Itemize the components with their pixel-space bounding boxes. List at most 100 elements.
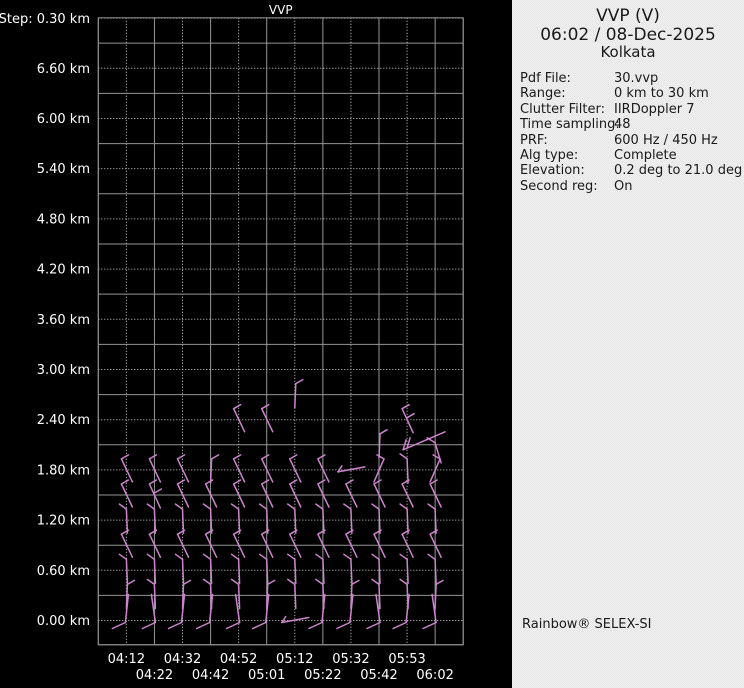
info-row-range: Range: 0 km to 30 km (520, 86, 744, 101)
wind-barb-segment (260, 454, 270, 460)
wind-barb (401, 529, 414, 558)
y-axis-label: 6.00 km (37, 112, 90, 127)
x-axis-label: 04:52 (220, 652, 257, 667)
wind-barb-segment (209, 558, 213, 585)
wind-barb-segment (232, 454, 242, 460)
wind-barb-segment (294, 382, 297, 409)
info-row-second-reg: Second reg: On (520, 179, 744, 194)
wind-barb-segment (230, 578, 240, 586)
wind-barb-segment (294, 583, 297, 610)
wind-barb-segment (343, 503, 352, 510)
wind-barb-segment (146, 553, 156, 561)
wind-barb (141, 593, 157, 630)
wind-barb-segment (401, 533, 414, 558)
y-axis-label: 0.00 km (37, 614, 90, 629)
wind-barb-segment (281, 616, 310, 624)
wind-barb (148, 479, 163, 509)
wind-barb-segment (260, 403, 270, 410)
wind-barb (366, 593, 381, 630)
wind-barb-segment (294, 558, 297, 585)
wind-barb-segment (399, 453, 408, 460)
wind-barb-segment (345, 479, 354, 485)
wind-barb-segment (195, 621, 211, 630)
wind-barb (401, 479, 414, 508)
y-axis-label: 1.80 km (37, 463, 90, 478)
wind-barb-segment (141, 621, 157, 630)
wind-barb-segment (317, 479, 326, 485)
wind-barb-segment (225, 621, 241, 630)
wind-barb-segment (237, 508, 241, 534)
wind-barb (399, 578, 409, 610)
wind-barb-segment (379, 429, 388, 435)
info-value: 30.vvp (614, 71, 659, 86)
x-axis-label: 05:32 (332, 652, 369, 667)
wind-barb-segment (315, 578, 324, 586)
wind-barb-segment (174, 553, 184, 561)
info-label: Range: (520, 86, 566, 102)
info-label: Time sampling: (520, 117, 620, 133)
wind-barb (176, 479, 190, 508)
x-axis-label: 05:12 (276, 652, 313, 667)
wind-barb (392, 593, 410, 630)
wind-barb-segment (406, 508, 409, 534)
wind-barb-segment (399, 578, 408, 586)
info-label: Clutter Filter: (520, 101, 605, 117)
wind-barb-segment (176, 454, 186, 460)
wind-barb (317, 529, 330, 558)
wind-barb (289, 479, 302, 508)
wind-barb (111, 593, 130, 630)
info-label: Elevation: (520, 163, 585, 179)
x-axis-label: 06:02 (416, 668, 453, 683)
wind-barb-segment (232, 479, 242, 485)
wind-barb-segment (209, 508, 213, 534)
info-row-clutter-filter: Clutter Filter: IIRDoppler 7 (520, 102, 744, 117)
wind-barb-segment (202, 578, 212, 586)
wind-barb-segment (378, 433, 381, 459)
wind-barb-segment (371, 553, 380, 561)
info-row-elevation: Elevation: 0.2 deg to 21.0 deg (520, 163, 744, 178)
wind-barb-segment (406, 558, 409, 585)
x-axis-label: 05:42 (360, 668, 397, 683)
wind-barb-segment (392, 621, 407, 630)
wind-barb-segment (182, 579, 192, 586)
wind-barb-segment (427, 553, 436, 561)
wind-barb-segment (174, 503, 184, 510)
wind-barb-segment (366, 621, 381, 630)
wind-barb-segment (289, 533, 302, 558)
wind-barb (402, 431, 446, 451)
panel-site: Kolkata (600, 43, 656, 61)
brand-footer: Rainbow® SELEX-SI (522, 617, 652, 632)
wind-barb (281, 615, 310, 624)
wind-barb-segment (202, 503, 212, 510)
wind-barb-segment (378, 508, 381, 534)
wind-barb-segment (258, 553, 268, 561)
wind-barb-segment (406, 412, 415, 419)
wind-barb-segment (232, 407, 246, 433)
wind-barb-segment (399, 553, 408, 561)
wind-barb-segment (111, 621, 127, 630)
wind-barb-segment (153, 583, 157, 610)
info-panel: VVP (V) 06:02 / 08-Dec-2025 Kolkata Pdf … (512, 0, 744, 688)
wind-barb (289, 529, 302, 558)
wind-barb-segment (204, 483, 218, 508)
wind-barb-segment (237, 583, 241, 610)
wind-barb-segment (378, 558, 381, 585)
wind-barb (167, 593, 186, 630)
wind-barb-segment (308, 621, 323, 630)
wind-barb-segment (204, 479, 214, 485)
vvp-application-window: VVP Step: 0.30 km 6.60 km 6.00 km 5.40 km 4.8… (0, 0, 744, 688)
info-value: 0 km to 30 km (614, 86, 709, 102)
x-axis-label: 04:12 (108, 652, 145, 667)
wind-barb-segment (289, 454, 298, 460)
wind-barb-segment (434, 508, 437, 534)
wind-barb-segment (343, 553, 352, 561)
wind-barb-segment (371, 503, 380, 510)
wind-barb-segment (351, 579, 360, 586)
wind-barb-segment (371, 578, 380, 586)
wind-barb (317, 479, 330, 508)
wind-barb (289, 454, 302, 483)
info-row-alg-type: Alg type: Complete (520, 148, 744, 163)
wind-barb (401, 403, 415, 434)
chart-title: VVP (269, 3, 293, 17)
panel-title: VVP (V) (596, 6, 660, 26)
